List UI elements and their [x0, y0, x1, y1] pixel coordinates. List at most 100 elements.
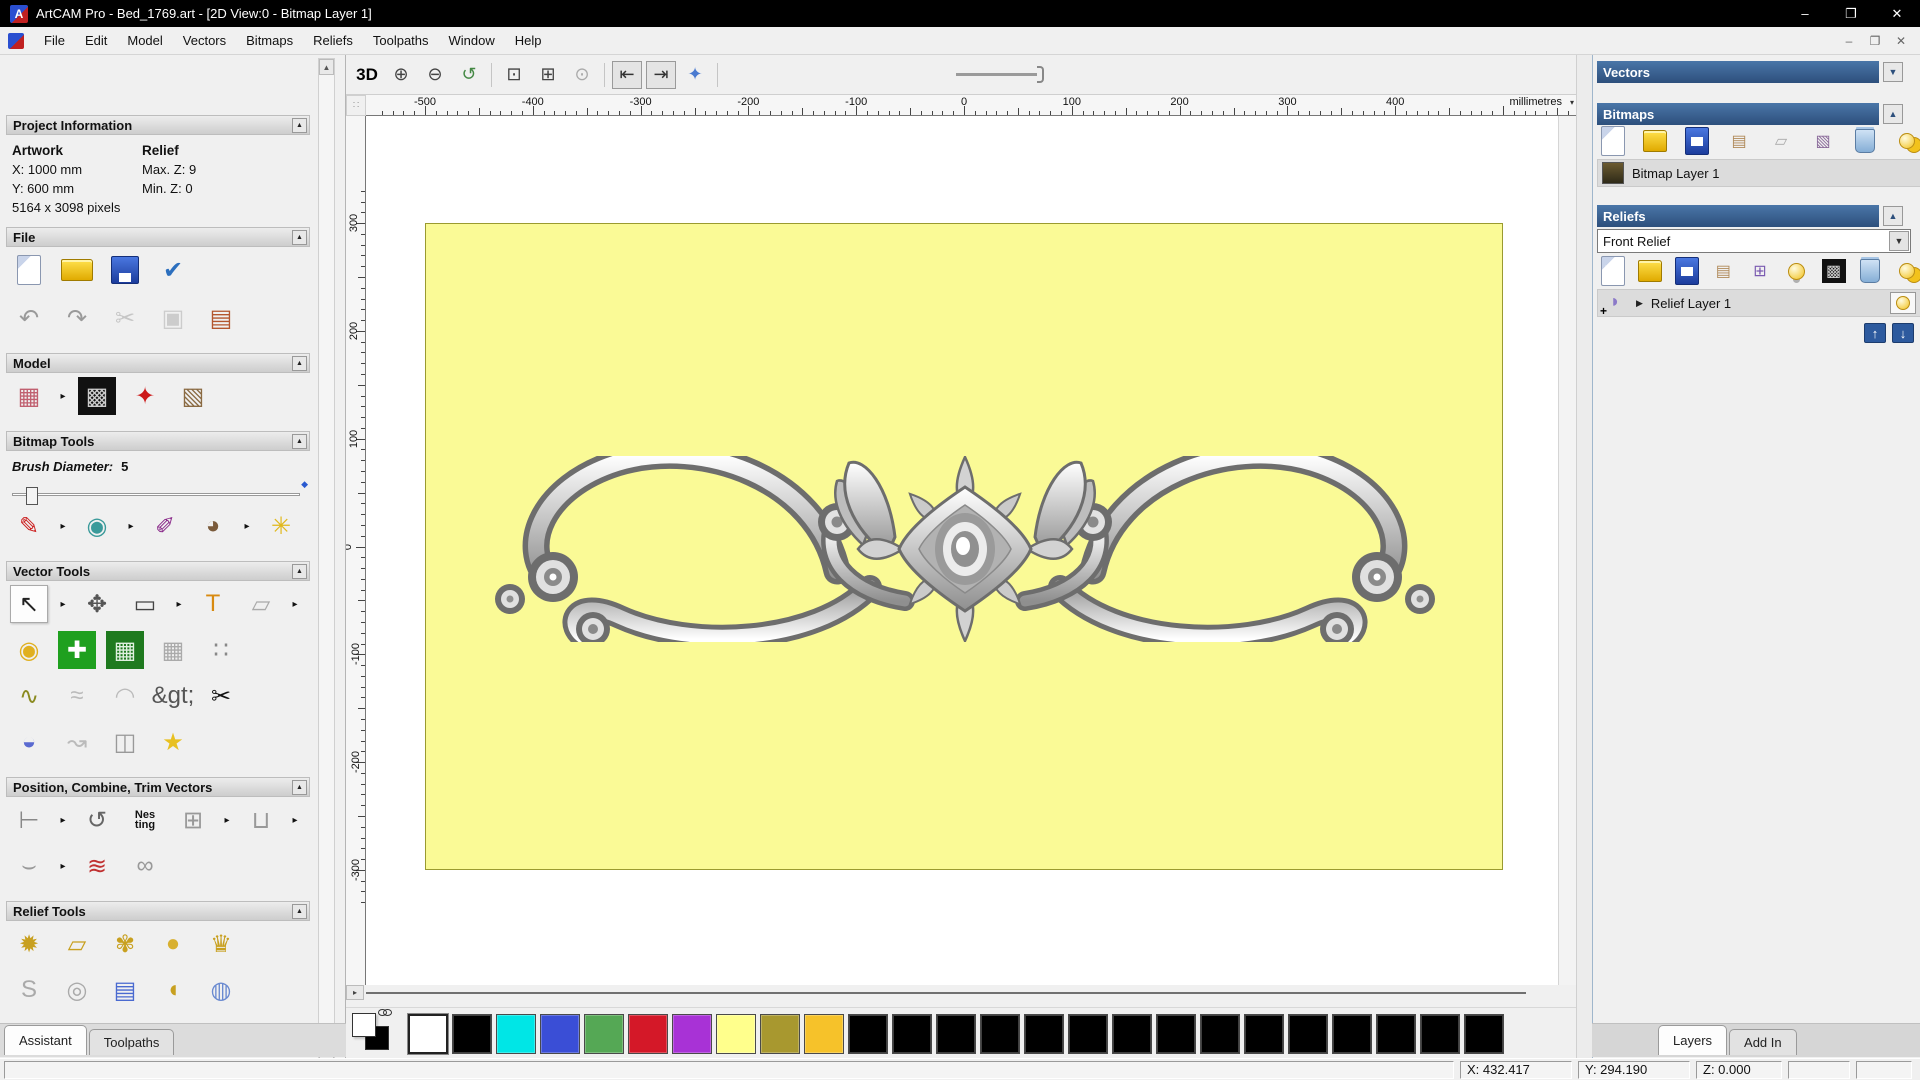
chevron-down-icon[interactable]: ▼: [1889, 231, 1909, 251]
measure-icon[interactable]: ◉: [10, 631, 48, 669]
colour-swatch[interactable]: [1288, 1014, 1328, 1054]
open-bitmap-layer-icon[interactable]: [1643, 129, 1667, 153]
save-model-icon[interactable]: [106, 251, 144, 289]
colour-swatch[interactable]: [1112, 1014, 1152, 1054]
mdi-minimize-button[interactable]: –: [1836, 31, 1862, 51]
relief-layer-item[interactable]: ◗ + ▶ Relief Layer 1: [1597, 289, 1920, 317]
zoom-in-icon[interactable]: ⊕: [386, 61, 416, 89]
toggle-all-relief-visibility-icon[interactable]: [1895, 259, 1919, 283]
colour-swatch[interactable]: [1376, 1014, 1416, 1054]
create-rectangle-icon[interactable]: ▭: [126, 585, 164, 623]
flood-fill-icon[interactable]: ◉: [78, 507, 116, 545]
colour-swatch[interactable]: [1068, 1014, 1108, 1054]
menu-file[interactable]: File: [34, 28, 75, 53]
smart-engraving-icon[interactable]: S: [10, 971, 48, 1009]
wrap-relief-icon[interactable]: ✹: [10, 925, 48, 963]
envelope-distort-icon[interactable]: ▱: [242, 585, 280, 623]
mdi-close-button[interactable]: ✕: [1888, 31, 1914, 51]
horizontal-scrollbar[interactable]: ▸: [366, 985, 1576, 1001]
brush-diameter-slider[interactable]: ◆: [12, 487, 300, 501]
open-model-icon[interactable]: [58, 251, 96, 289]
fit-vectors-to-curves-icon[interactable]: ≋: [78, 847, 116, 885]
bitmap-layer-item[interactable]: Bitmap Layer 1: [1597, 159, 1920, 187]
set-model-size-icon[interactable]: ▦: [10, 377, 48, 415]
free-sketch-icon[interactable]: ≈: [58, 677, 96, 715]
greyscale-model-icon[interactable]: ▩: [78, 377, 116, 415]
colour-swatch[interactable]: [848, 1014, 888, 1054]
colour-swatch[interactable]: [1332, 1014, 1372, 1054]
redo-icon[interactable]: ↷: [58, 299, 96, 337]
smooth-relief-icon[interactable]: ▱: [58, 925, 96, 963]
paint-icon[interactable]: ✎: [10, 507, 48, 545]
primary-secondary-colour-indicator[interactable]: [352, 1013, 398, 1055]
restore-button[interactable]: ❐: [1828, 0, 1874, 27]
close-button[interactable]: ✕: [1874, 0, 1920, 27]
new-relief-layer-icon[interactable]: [1601, 259, 1625, 283]
artwork-canvas[interactable]: [425, 223, 1503, 870]
paste-along-curve-icon[interactable]: ✚: [58, 631, 96, 669]
undo-icon[interactable]: ↶: [10, 299, 48, 337]
palette-icon[interactable]: ◕: [194, 507, 232, 545]
menu-vectors[interactable]: Vectors: [173, 28, 236, 53]
mdi-restore-button[interactable]: ❐: [1862, 31, 1888, 51]
collapse-section-button[interactable]: ▲: [292, 564, 307, 579]
flyout-arrow[interactable]: ▸: [58, 377, 68, 415]
menu-model[interactable]: Model: [117, 28, 172, 53]
bitmap-to-layer-icon[interactable]: ▧: [1811, 129, 1835, 153]
colour-swatch[interactable]: [540, 1014, 580, 1054]
relief-clipart-icon[interactable]: ▤: [106, 971, 144, 1009]
relief-visibility-bulb-button[interactable]: [1890, 292, 1916, 314]
colour-swatch[interactable]: [672, 1014, 712, 1054]
delete-bitmap-layer-icon[interactable]: [1853, 129, 1877, 153]
vertical-scrollbar[interactable]: [1558, 116, 1576, 985]
options-icon[interactable]: ✔: [154, 251, 192, 289]
colour-swatch[interactable]: [1156, 1014, 1196, 1054]
flyout-arrow[interactable]: ▸: [242, 507, 252, 545]
align-vectors-icon[interactable]: ⊢: [10, 801, 48, 839]
colour-swatch[interactable]: [716, 1014, 756, 1054]
relief-visibility-sheet-icon[interactable]: [1785, 259, 1809, 283]
weld-vectors-icon[interactable]: ⊔: [242, 801, 280, 839]
expand-vectors-button[interactable]: ▼: [1883, 62, 1903, 82]
flyout-arrow[interactable]: ▸: [58, 801, 68, 839]
create-text-icon[interactable]: T: [194, 585, 232, 623]
flyout-arrow[interactable]: ▸: [222, 801, 232, 839]
nesting-icon[interactable]: Nes ting: [126, 801, 164, 839]
greyscale-relief-icon[interactable]: ▩: [1822, 259, 1846, 283]
blank-bitmap-layer-icon[interactable]: ▱: [1769, 129, 1793, 153]
colour-swatch[interactable]: [1244, 1014, 1284, 1054]
merge-relief-layers-icon[interactable]: ▤: [1711, 259, 1735, 283]
collapse-section-button[interactable]: ▲: [292, 904, 307, 919]
zoom-out-icon[interactable]: ⊖: [420, 61, 450, 89]
colour-swatch[interactable]: [1464, 1014, 1504, 1054]
menu-bitmaps[interactable]: Bitmaps: [236, 28, 303, 53]
flyout-arrow[interactable]: ▸: [174, 585, 184, 623]
zoom-box-icon[interactable]: ⊡: [499, 61, 529, 89]
ruler-options-icon[interactable]: ▾: [1570, 98, 1574, 107]
menu-window[interactable]: Window: [439, 28, 505, 53]
colour-swatch[interactable]: [980, 1014, 1020, 1054]
shape-editor-icon[interactable]: ●: [154, 925, 192, 963]
spin-dome-icon[interactable]: ◒: [10, 723, 48, 761]
new-model-icon[interactable]: [10, 251, 48, 289]
group-vectors-icon[interactable]: ⊞: [174, 801, 212, 839]
colour-swatch[interactable]: [892, 1014, 932, 1054]
load-image-icon[interactable]: ▧: [174, 377, 212, 415]
toggle-all-bitmap-visibility-icon[interactable]: [1895, 129, 1919, 153]
sculpt-relief-icon[interactable]: ✾: [106, 925, 144, 963]
drawing-viewport[interactable]: [366, 116, 1558, 985]
colour-swatch[interactable]: [584, 1014, 624, 1054]
vector-direction-icon[interactable]: &gt;: [154, 677, 192, 715]
minimize-button[interactable]: –: [1782, 0, 1828, 27]
relief-set-combobox[interactable]: Front Relief ▼: [1597, 229, 1911, 253]
collapse-section-button[interactable]: ▲: [292, 356, 307, 371]
collapse-bitmaps-button[interactable]: ▲: [1883, 104, 1903, 124]
merge-bitmap-layers-icon[interactable]: ▤: [1727, 129, 1751, 153]
flyout-arrow[interactable]: ▸: [58, 847, 68, 885]
collapse-section-button[interactable]: ▲: [292, 118, 307, 133]
tab-add-in[interactable]: Add In: [1729, 1029, 1797, 1055]
flyout-arrow[interactable]: ▸: [290, 801, 300, 839]
flyout-arrow[interactable]: ▸: [126, 507, 136, 545]
delete-relief-layer-icon[interactable]: [1858, 259, 1882, 283]
colour-swatch[interactable]: [408, 1014, 448, 1054]
